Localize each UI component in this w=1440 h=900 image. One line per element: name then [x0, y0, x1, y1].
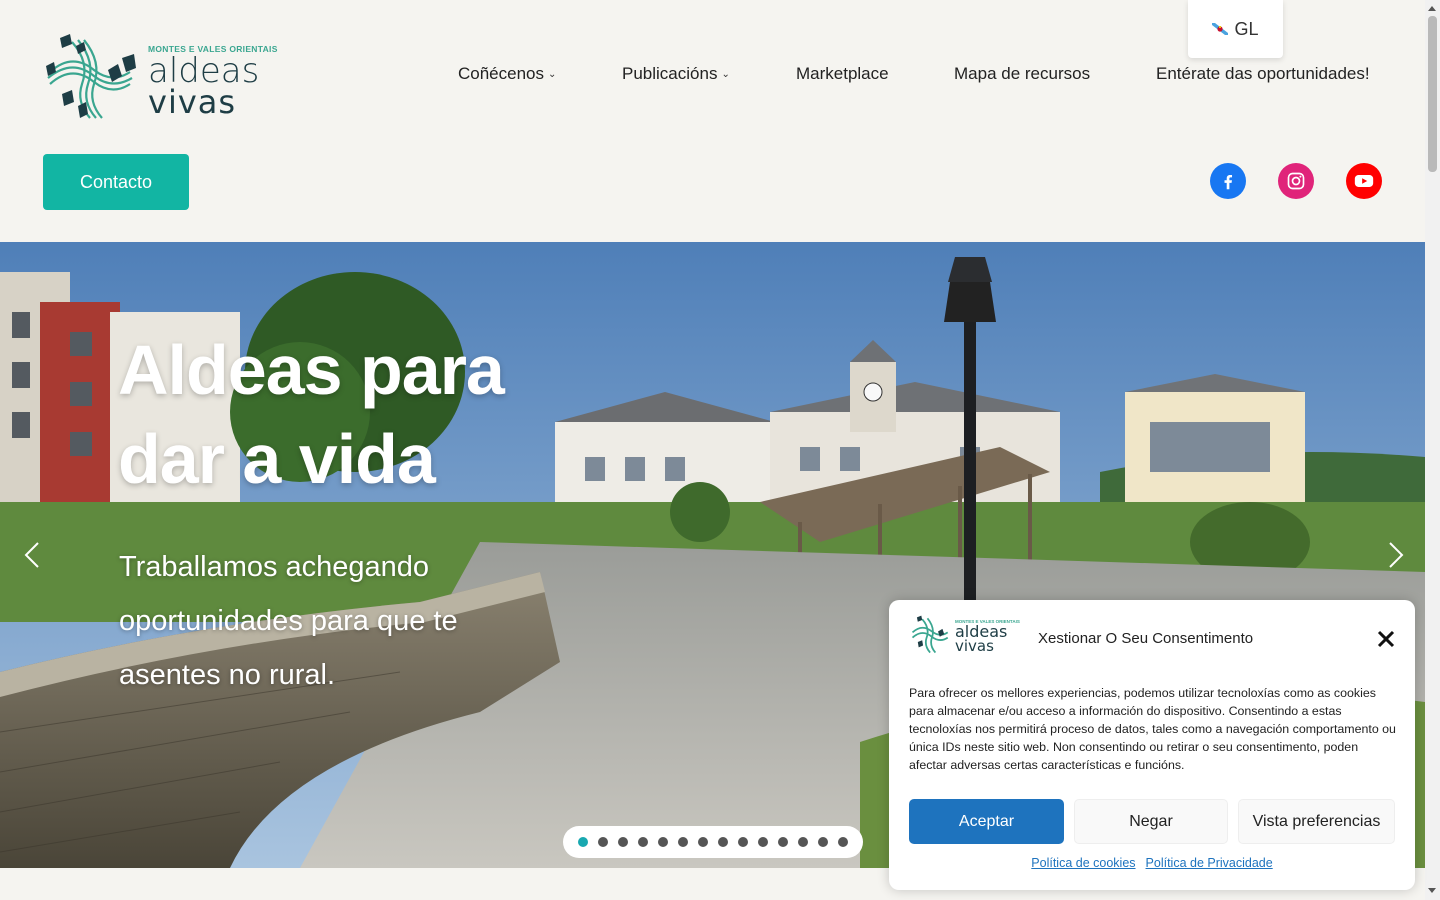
slider-dot[interactable]: [658, 837, 668, 847]
slider-pagination: [563, 826, 863, 858]
scroll-thumb[interactable]: [1428, 16, 1437, 172]
slider-dot[interactable]: [638, 837, 648, 847]
nav-item-publicacions[interactable]: Publicacións ⌄: [622, 64, 730, 84]
slider-dot[interactable]: [838, 837, 848, 847]
cookie-consent-dialog: MONTES E VALES ORIENTAIS aldeas vivas Xe…: [889, 600, 1415, 890]
youtube-icon: [1354, 175, 1374, 187]
instagram-link[interactable]: [1278, 163, 1314, 199]
slider-dot[interactable]: [678, 837, 688, 847]
cookie-close-button[interactable]: [1376, 629, 1396, 649]
slider-dot[interactable]: [778, 837, 788, 847]
slider-dot[interactable]: [598, 837, 608, 847]
chevron-down-icon: ⌄: [548, 68, 557, 80]
cookie-policy-links: Política de cookies Política de Privacid…: [889, 856, 1415, 870]
chevron-right-icon: [1389, 542, 1404, 568]
slider-dot[interactable]: [738, 837, 748, 847]
slider-dot[interactable]: [578, 837, 588, 847]
logo-word-vivas: vivas: [148, 83, 237, 121]
language-switcher[interactable]: GL: [1188, 0, 1283, 58]
slider-dot[interactable]: [798, 837, 808, 847]
chevron-left-icon: [24, 542, 39, 568]
slider-dot[interactable]: [818, 837, 828, 847]
slider-dot[interactable]: [718, 837, 728, 847]
galician-flag-icon: [1212, 23, 1229, 35]
slider-dot[interactable]: [758, 837, 768, 847]
slider-next-button[interactable]: [1380, 540, 1410, 570]
scroll-down-arrow-icon[interactable]: [1428, 888, 1436, 893]
youtube-link[interactable]: [1346, 163, 1382, 199]
nav-item-mapa-recursos[interactable]: Mapa de recursos: [954, 64, 1090, 84]
contact-button[interactable]: Contacto: [43, 154, 189, 210]
close-icon: [1377, 630, 1395, 648]
slider-dot[interactable]: [618, 837, 628, 847]
cookie-dialog-logo: MONTES E VALES ORIENTAIS aldeas vivas: [909, 614, 1020, 656]
hero-title: Aldeas para dar a vida: [118, 331, 505, 498]
cookie-dialog-title: Xestionar O Seu Consentimento: [1038, 630, 1254, 647]
nav-item-conecenos[interactable]: Coñécenos ⌄: [458, 64, 556, 84]
slider-dot[interactable]: [698, 837, 708, 847]
nav-item-marketplace[interactable]: Marketplace: [796, 64, 889, 84]
hero-subtitle: Traballamos achegando oportunidades para…: [119, 551, 458, 691]
slider-prev-button[interactable]: [18, 540, 48, 570]
nav-item-oportunidades[interactable]: Entérate das oportunidades!: [1156, 64, 1370, 84]
logo-mark-icon: [46, 34, 136, 119]
cookie-logo-word-vivas: vivas: [955, 637, 994, 655]
scroll-up-arrow-icon[interactable]: [1428, 6, 1436, 11]
cookie-dialog-text: Para ofrecer os mellores experiencias, p…: [909, 686, 1396, 772]
cookie-accept-button[interactable]: Aceptar: [909, 799, 1064, 844]
page-scrollbar[interactable]: [1425, 0, 1440, 900]
language-code: GL: [1234, 18, 1259, 39]
facebook-link[interactable]: [1210, 163, 1246, 199]
privacy-policy-link[interactable]: Política de Privacidade: [1146, 856, 1273, 870]
facebook-icon: [1224, 174, 1233, 190]
instagram-icon: [1287, 172, 1305, 190]
cookie-policy-link[interactable]: Política de cookies: [1031, 856, 1135, 870]
site-logo[interactable]: MONTES E VALES ORIENTAIS aldeas vivas: [42, 32, 277, 124]
logo-mark-icon: [911, 615, 949, 654]
chevron-down-icon: ⌄: [721, 68, 730, 80]
cookie-deny-button[interactable]: Negar: [1074, 799, 1228, 844]
cookie-preferences-button[interactable]: Vista preferencias: [1238, 799, 1395, 844]
